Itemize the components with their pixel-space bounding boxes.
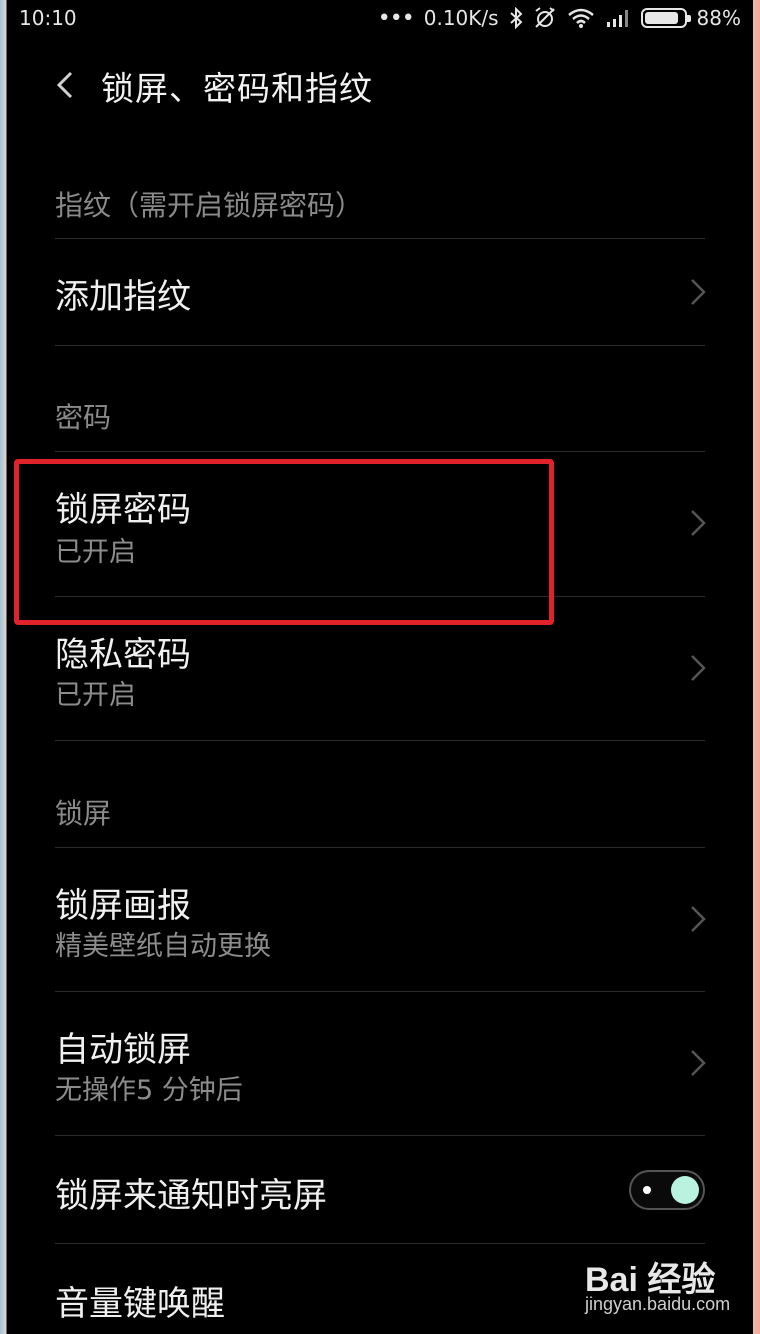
wifi-icon [567,7,595,29]
item-subtitle: 已开启 [55,680,136,711]
signal-icon [605,8,631,28]
item-title: 自动锁屏 [55,1030,191,1070]
item-subtitle: 无操作5 分钟后 [55,1075,243,1106]
page-title: 锁屏、密码和指纹 [101,69,373,108]
header: 锁屏、密码和指纹 [7,50,753,120]
lockscreen-wallpaper-item[interactable]: 锁屏画报 精美壁纸自动更换 [7,848,753,991]
highlight-box [14,459,554,625]
toggle-knob [671,1176,699,1204]
item-title: 锁屏来通知时亮屏 [55,1176,327,1216]
divider [55,740,705,741]
divider [55,345,705,346]
item-title: 音量键唤醒 [55,1284,225,1324]
section-label-password: 密码 [55,401,112,434]
screen: 10:10 ••• 0.10K/s 88% 锁屏、密码和指纹 指纹（需开启锁屏密… [7,0,753,1334]
notify-wake-toggle[interactable] [629,1170,705,1210]
item-title: 隐私密码 [55,635,191,675]
item-subtitle: 精美壁纸自动更换 [55,931,271,962]
auto-lock-item[interactable]: 自动锁屏 无操作5 分钟后 [7,992,753,1135]
chevron-right-icon [691,510,706,536]
back-arrow-icon[interactable] [53,70,81,100]
status-time: 10:10 [19,6,77,30]
toggle-dot [643,1186,651,1194]
battery-icon [640,8,691,28]
chevron-right-icon [691,279,706,305]
status-bar: 10:10 ••• 0.10K/s 88% [7,0,753,36]
section-label-fingerprint: 指纹（需开启锁屏密码） [55,189,364,222]
alarm-off-icon [533,7,557,29]
chevron-right-icon [691,1050,706,1076]
section-label-lockscreen: 锁屏 [55,797,112,830]
bluetooth-icon [509,7,523,29]
status-icons: ••• 0.10K/s 88% [378,6,741,31]
item-title: 锁屏画报 [55,886,191,926]
baidu-jingyan-watermark: Bai 经验 jingyan.baidu.com [585,1252,735,1322]
add-fingerprint-item[interactable]: 添加指纹 [7,239,753,345]
chevron-right-icon [691,655,706,681]
notify-wake-item: 锁屏来通知时亮屏 [7,1136,753,1243]
item-title: 添加指纹 [55,277,191,317]
watermark-url: jingyan.baidu.com [585,1294,731,1314]
chevron-right-icon [691,906,706,932]
battery-percent: 88% [696,6,741,30]
net-speed: 0.10K/s [423,6,499,30]
more-dots-icon: ••• [377,5,415,31]
